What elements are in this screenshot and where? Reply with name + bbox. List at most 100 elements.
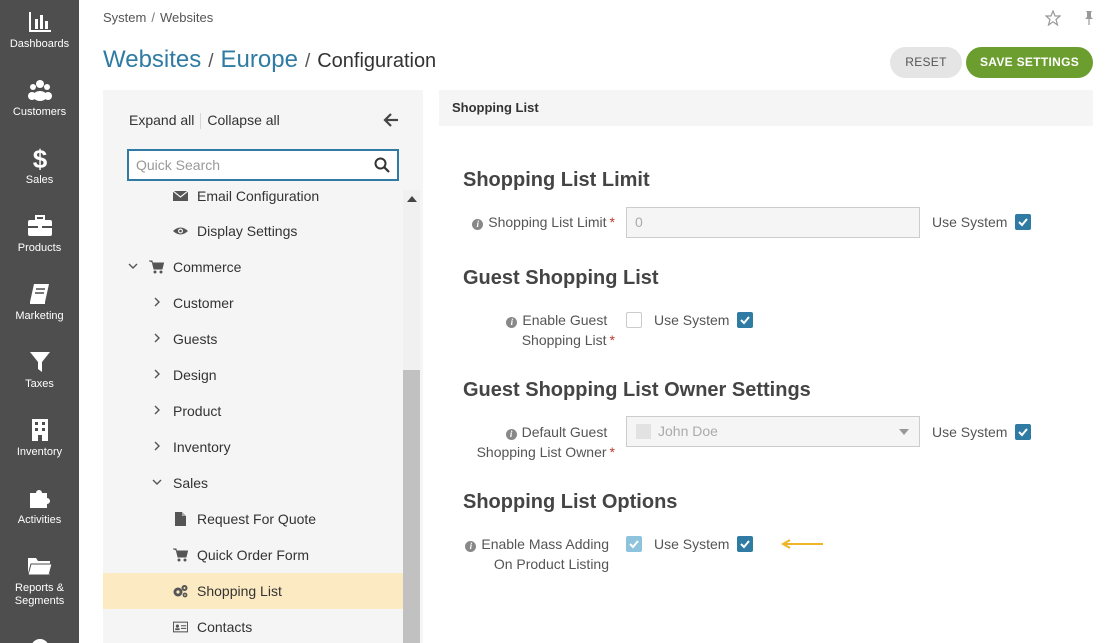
shopping-list-limit-input[interactable]: 0 [626,207,920,238]
section-header: Shopping List [439,90,1093,126]
breadcrumb-item-websites[interactable]: Websites [160,10,213,25]
tree-item-shopping-list[interactable]: Shopping List [103,573,403,609]
breadcrumb-item-system[interactable]: System [103,10,146,25]
field-label-text: Enable Mass Adding [481,536,609,552]
arrow-left-icon[interactable] [383,112,399,128]
nav-sales[interactable]: $ Sales [0,136,79,204]
breadcrumb: System / Websites [103,10,213,25]
nav-marketing[interactable]: Marketing [0,272,79,340]
chevron-right-icon[interactable] [152,333,162,343]
tree-item-label: Customer [173,295,234,311]
field-label-text: Shopping List Limit [488,214,607,230]
nav-dashboards[interactable]: Dashboards [0,0,79,68]
default-guest-owner-select[interactable]: John Doe [626,416,920,447]
title-separator: / [304,51,311,72]
tree-item-inventory[interactable]: Inventory [103,429,403,465]
required-indicator: * [609,332,615,348]
nav-label: Taxes [25,378,54,390]
nav-customers[interactable]: Customers [0,68,79,136]
star-icon[interactable] [1045,10,1061,26]
tree-item-guests[interactable]: Guests [103,321,403,357]
checkmark-icon [1018,218,1028,227]
tree-item-product[interactable]: Product [103,393,403,429]
breadcrumb-separator: / [151,10,155,25]
nav-products[interactable]: Products [0,204,79,272]
toolbar-divider [200,113,202,130]
tree-item-sales[interactable]: Sales [103,465,403,501]
gear-icon [32,639,47,643]
chevron-right-icon[interactable] [152,405,162,415]
tree-item-request-for-quote[interactable]: Request For Quote [103,501,403,537]
field-label-enable-mass-adding: i Enable Mass Adding On Product Listing [463,534,609,574]
info-icon[interactable]: i [506,317,518,328]
collapse-all-link[interactable]: Collapse all [207,112,279,128]
page-title: Websites / Europe / Configuration [103,46,436,74]
nav-inventory[interactable]: Inventory [0,408,79,476]
chevron-right-icon[interactable] [152,369,162,379]
nav-label: Inventory [16,446,63,458]
required-indicator: * [609,444,615,460]
nav-label: Marketing [15,310,64,322]
scroll-up-arrow-icon[interactable] [407,196,417,202]
puzzle-icon [29,490,50,508]
chevron-down-icon[interactable] [128,261,138,271]
tree-item-display-settings[interactable]: Display Settings [103,213,403,249]
reset-button[interactable]: Reset [890,47,962,78]
tree-scrollbar[interactable] [403,190,420,643]
pin-icon[interactable] [1081,10,1097,26]
main-navigation: Dashboards Customers $ Sales Products Ma… [0,0,79,643]
nav-activities[interactable]: Activities [0,476,79,544]
enable-mass-adding-checkbox[interactable] [626,536,642,552]
nav-system[interactable] [0,630,79,643]
tree-item-commerce[interactable]: Commerce [103,249,403,285]
tree-item-email-configuration[interactable]: Email Configuration [103,190,403,214]
annotation-arrow-icon [781,539,823,549]
briefcase-icon [27,215,52,236]
chevron-down-icon[interactable] [152,477,162,487]
chevron-right-icon[interactable] [152,441,162,451]
gears-icon [173,585,188,598]
checkmark-icon [740,540,750,549]
tree-item-customer[interactable]: Customer [103,285,403,321]
info-icon[interactable]: i [505,429,517,440]
title-link-europe[interactable]: Europe [221,46,298,73]
nav-taxes[interactable]: Taxes [0,340,79,408]
filter-icon [29,352,50,372]
title-link-websites[interactable]: Websites [103,46,201,73]
nav-reports-segments[interactable]: Reports & Segments [0,544,79,616]
search-icon[interactable] [374,157,390,173]
tree-item-contacts[interactable]: Contacts [103,609,403,643]
info-icon[interactable]: i [472,219,484,230]
use-system-checkbox[interactable] [737,312,753,328]
nav-label: Products [17,242,62,254]
tree-item-label: Product [173,403,222,419]
tree-item-label: Guests [173,331,218,347]
tree-item-quick-order-form[interactable]: Quick Order Form [103,537,403,573]
book-icon [29,284,49,304]
cart-icon [149,260,164,274]
nav-label: Customers [12,106,67,118]
scroll-thumb[interactable] [403,370,420,643]
required-indicator: * [609,214,615,230]
field-label-text-line2: Shopping List [521,332,607,348]
building-icon [31,419,48,441]
use-system-label: Use System [654,312,730,328]
quick-search-input[interactable] [129,151,359,179]
eye-icon [173,227,188,235]
use-system-checkbox[interactable] [737,536,753,552]
tree-item-design[interactable]: Design [103,357,403,393]
save-settings-button[interactable]: Save Settings [966,47,1093,78]
envelope-icon [173,190,188,201]
tree-item-label: Quick Order Form [197,547,310,563]
enable-guest-shopping-list-checkbox[interactable] [626,312,642,328]
info-icon[interactable]: i [465,541,477,552]
tree-item-label: Sales [173,475,209,491]
expand-all-link[interactable]: Expand all [129,112,194,128]
use-system-checkbox[interactable] [1015,214,1031,230]
chevron-right-icon[interactable] [152,297,162,307]
field-label-enable-guest-shopping-list: i Enable Guest Shopping List * [463,310,615,350]
use-system-checkbox[interactable] [1015,424,1031,440]
group-title-shopping-list-limit: Shopping List Limit [463,169,650,191]
checkmark-icon [1018,428,1028,437]
use-system-label: Use System [932,424,1008,440]
